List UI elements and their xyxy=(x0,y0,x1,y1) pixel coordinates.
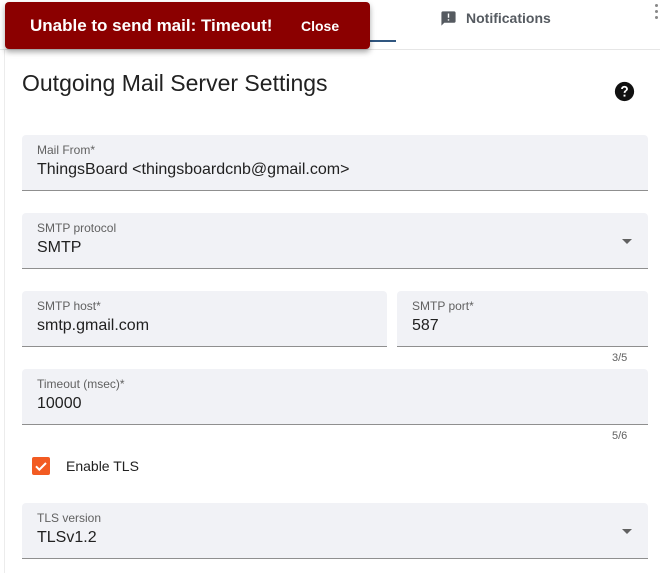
smtp-protocol-label: SMTP protocol xyxy=(37,221,117,235)
snackbar-close-button[interactable]: Close xyxy=(301,18,339,34)
enable-tls-label: Enable TLS xyxy=(66,458,139,474)
more-options-icon[interactable] xyxy=(650,4,660,20)
page-title: Outgoing Mail Server Settings xyxy=(22,70,328,96)
arrow-drop-down-icon xyxy=(622,529,632,534)
tab-notifications[interactable]: Notifications xyxy=(440,8,551,28)
enable-tls-row: Enable TLS xyxy=(32,456,139,476)
timeout-label: Timeout (msec)* xyxy=(37,377,125,391)
check-icon xyxy=(35,462,47,472)
enable-tls-checkbox[interactable] xyxy=(32,457,50,475)
smtp-port-field[interactable]: SMTP port* 587 xyxy=(397,291,648,347)
smtp-port-counter: 3/5 xyxy=(612,352,628,364)
timeout-value: 10000 xyxy=(37,395,82,412)
mail-from-label: Mail From* xyxy=(37,143,96,157)
smtp-port-label: SMTP port* xyxy=(412,299,474,313)
timeout-field[interactable]: Timeout (msec)* 10000 xyxy=(22,369,648,425)
tls-version-select[interactable]: TLS version TLSv1.2 xyxy=(22,503,648,559)
smtp-protocol-value: SMTP xyxy=(37,239,82,256)
timeout-counter: 5/6 xyxy=(612,430,628,442)
tab-notifications-label: Notifications xyxy=(466,10,551,26)
smtp-host-label: SMTP host* xyxy=(37,299,101,313)
smtp-host-value: smtp.gmail.com xyxy=(37,317,150,334)
tls-version-value: TLSv1.2 xyxy=(37,529,97,546)
announcement-icon xyxy=(441,10,456,26)
help-circle-icon[interactable] xyxy=(614,81,635,102)
smtp-port-value: 587 xyxy=(412,317,439,334)
mail-from-field[interactable]: Mail From* ThingsBoard <thingsboardcnb@g… xyxy=(22,135,648,191)
smtp-protocol-select[interactable]: SMTP protocol SMTP xyxy=(22,213,648,269)
arrow-drop-down-icon xyxy=(622,239,632,244)
mail-from-value: ThingsBoard <thingsboardcnb@gmail.com> xyxy=(37,161,350,178)
error-snackbar: Unable to send mail: Timeout! Close xyxy=(5,2,370,49)
smtp-host-field[interactable]: SMTP host* smtp.gmail.com xyxy=(22,291,387,347)
tls-version-label: TLS version xyxy=(37,511,102,525)
snackbar-message: Unable to send mail: Timeout! xyxy=(30,16,273,35)
